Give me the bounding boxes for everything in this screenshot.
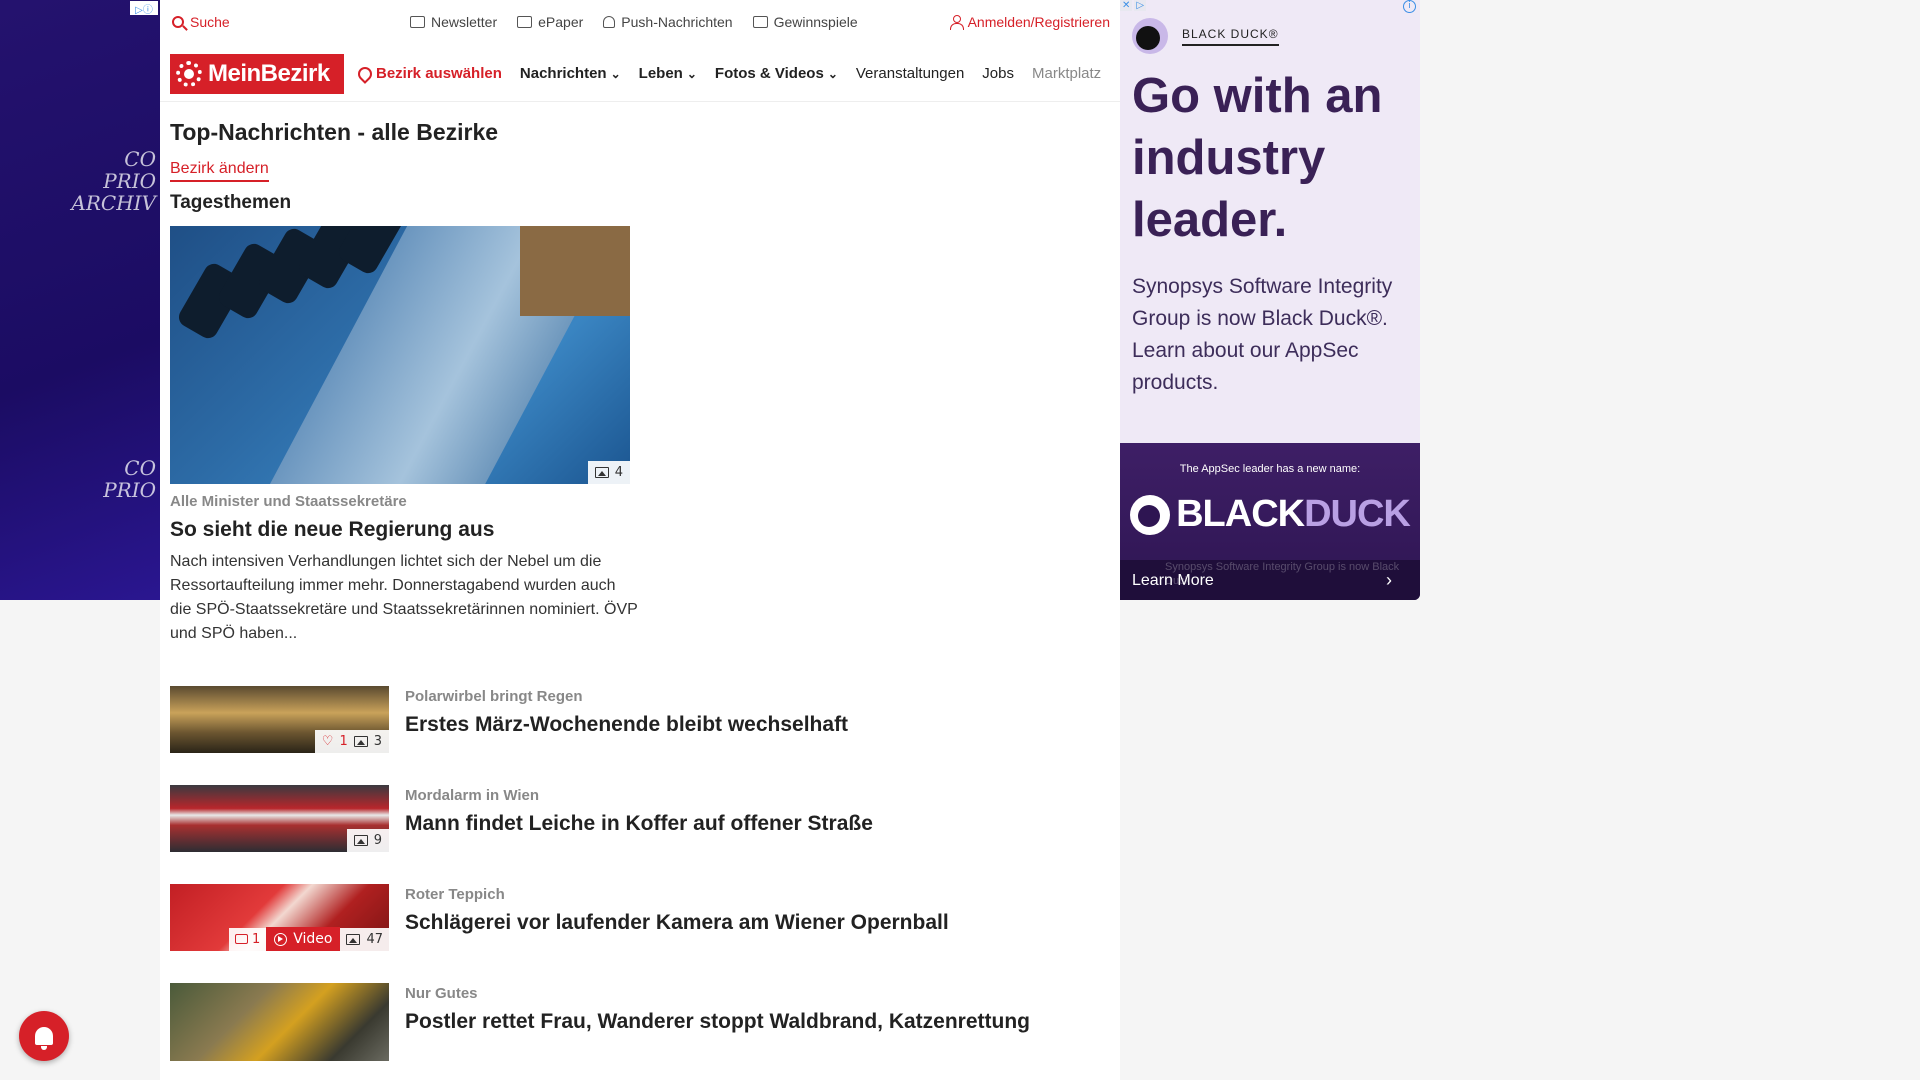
- notification-bell-button[interactable]: [19, 1011, 69, 1061]
- right-ad-banner[interactable]: ✕ ▷ i BLACK DUCK® Go with an industry lea…: [1120, 0, 1420, 600]
- newspaper-icon: [517, 16, 533, 28]
- image-count-badge: 9: [346, 829, 389, 852]
- media-badges: 1 Video 47: [228, 927, 389, 951]
- article-kicker: Mordalarm in Wien: [405, 787, 540, 804]
- main-column: Suche Newsletter ePaper Push-Nachrichten…: [160, 0, 1120, 1080]
- user-icon: [949, 15, 964, 30]
- nav-fotos-videos[interactable]: Fotos & Videos: [715, 65, 838, 82]
- ad-close-controls[interactable]: ✕ ▷: [1120, 0, 1147, 11]
- mail-icon: [410, 16, 425, 28]
- adchoices-icon[interactable]: ▷ⓘ: [130, 1, 158, 16]
- article-thumbnail[interactable]: 9: [170, 785, 389, 852]
- left-ad-banner[interactable]: ▷ⓘ CO PRIO ARCHIV CO PRIO: [0, 0, 160, 600]
- hero-image[interactable]: 4: [170, 226, 630, 484]
- heart-icon: ♡: [321, 734, 334, 749]
- article-thumbnail[interactable]: 1 Video 47: [170, 884, 389, 951]
- nav-nachrichten[interactable]: Nachrichten: [520, 65, 621, 82]
- image-count-badge: 4: [587, 461, 630, 484]
- gallery-icon: [346, 933, 361, 945]
- section-heading: Tagesthemen: [170, 192, 292, 213]
- learn-more-button[interactable]: Synopsys Software Integrity Group is now…: [1120, 560, 1420, 600]
- article-thumbnail[interactable]: [170, 983, 389, 1061]
- list-item[interactable]: 9 Mordalarm in Wien Mann findet Leiche i…: [170, 785, 1120, 852]
- article-kicker: Roter Teppich: [405, 886, 505, 903]
- bell-icon: [603, 16, 616, 28]
- epaper-link[interactable]: ePaper: [517, 14, 583, 30]
- gallery-icon: [353, 736, 368, 747]
- hero-article[interactable]: 4 Alle Minister und Staatssekretäre So s…: [170, 226, 1120, 646]
- location-pin-icon: [358, 67, 370, 81]
- gewinnspiele-link[interactable]: Gewinnspiele: [752, 14, 858, 30]
- left-ad-text-2: CO PRIO: [103, 456, 156, 502]
- article-title[interactable]: Postler rettet Frau, Wanderer stoppt Wal…: [405, 1008, 1030, 1036]
- ad-headline: Go with an industry leader.: [1132, 69, 1383, 247]
- prize-icon: [752, 16, 768, 28]
- article-kicker: Alle Minister und Staatssekretäre: [170, 493, 407, 510]
- list-item[interactable]: 1 Video 47 Roter Teppich Schlägerei vor …: [170, 884, 1120, 951]
- bell-icon: [35, 1027, 53, 1050]
- district-picker[interactable]: Bezirk auswählen: [358, 65, 502, 82]
- ad-subtext: Synopsys Software Integrity Group is now…: [1132, 275, 1393, 394]
- brand-logo-icon: [1132, 18, 1168, 54]
- play-icon: [274, 932, 288, 946]
- article-kicker: Nur Gutes: [405, 985, 478, 1002]
- duck-icon: [1130, 494, 1171, 535]
- main-navbar: MeinBezirk Bezirk auswählen Nachrichten …: [160, 46, 1120, 102]
- search-link[interactable]: Suche: [172, 14, 230, 30]
- list-item[interactable]: ♡ 1 3 Polarwirbel bringt Regen Erstes Mä…: [170, 686, 1120, 753]
- push-link[interactable]: Push-Nachrichten: [603, 14, 733, 30]
- gallery-icon: [353, 835, 368, 846]
- adchoices-icon[interactable]: ▷: [1134, 0, 1147, 11]
- info-icon[interactable]: i: [1403, 0, 1416, 13]
- article-title[interactable]: Schlägerei vor laufender Kamera am Wiene…: [405, 909, 949, 937]
- article-thumbnail[interactable]: ♡ 1 3: [170, 686, 389, 753]
- article-teaser: Nach intensiven Verhandlungen lichtet si…: [170, 553, 638, 642]
- search-icon: [172, 16, 184, 28]
- logo-icon: [176, 60, 202, 87]
- article-kicker: Polarwirbel bringt Regen: [405, 688, 583, 705]
- comment-icon: [234, 934, 248, 944]
- ad-tagline: The AppSec leader has a new name:: [1179, 463, 1361, 475]
- site-logo[interactable]: MeinBezirk: [170, 53, 344, 94]
- nav-jobs[interactable]: Jobs: [982, 65, 1014, 82]
- gallery-icon: [594, 467, 609, 478]
- nav-leben[interactable]: Leben: [639, 65, 697, 82]
- list-item[interactable]: Nur Gutes Postler rettet Frau, Wanderer …: [170, 983, 1120, 1061]
- chevron-right-icon: ›: [1386, 570, 1392, 590]
- nav-marktplatz[interactable]: Marktplatz: [1032, 65, 1101, 82]
- nav-veranstaltungen[interactable]: Veranstaltungen: [856, 65, 964, 82]
- article-title[interactable]: So sieht die neue Regierung aus: [170, 518, 1120, 542]
- video-badge: Video: [266, 927, 341, 951]
- blackduck-logo: BLACKDUCK: [1120, 493, 1420, 536]
- login-link[interactable]: Anmelden/Registrieren: [949, 14, 1110, 30]
- article-title[interactable]: Mann findet Leiche in Koffer auf offener…: [405, 810, 873, 838]
- top-utility-bar: Suche Newsletter ePaper Push-Nachrichten…: [160, 0, 1120, 46]
- ad-brand-name: BLACK DUCK®: [1182, 27, 1279, 46]
- article-title[interactable]: Erstes März-Wochenende bleibt wechselhaf…: [405, 711, 848, 739]
- page-title: Top-Nachrichten - alle Bezirke: [170, 119, 499, 145]
- image-count-badge: ♡ 1 3: [314, 730, 389, 753]
- close-icon[interactable]: ✕: [1120, 0, 1133, 11]
- newsletter-link[interactable]: Newsletter: [410, 14, 497, 30]
- left-ad-text-1: CO PRIO ARCHIV: [71, 147, 156, 215]
- change-district-link[interactable]: Bezirk ändern: [170, 160, 269, 182]
